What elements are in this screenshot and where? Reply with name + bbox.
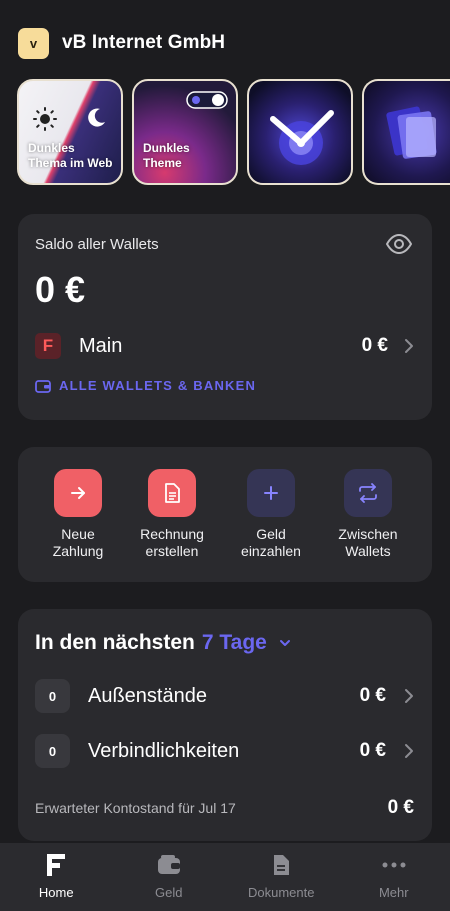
- wallet-row-main[interactable]: F Main 0 €: [35, 332, 414, 360]
- wallet-name: Main: [79, 334, 123, 357]
- header: v vB Internet GmbH: [18, 27, 225, 59]
- wallet-logo-icon: F: [35, 333, 61, 359]
- action-label-line1: Zwischen: [338, 526, 398, 542]
- invoice-icon: [165, 483, 180, 503]
- action-label: Zwischen Wallets: [338, 526, 397, 560]
- transfer-between-wallets-button[interactable]: Zwischen Wallets: [323, 469, 413, 560]
- count-badge: 0: [35, 734, 70, 768]
- deposit-money-button[interactable]: Geld einzahlen: [226, 469, 316, 560]
- action-label-line1: Rechnung: [140, 526, 204, 542]
- expected-balance-row: Erwarteter Kontostand für Jul 17 0 €: [35, 797, 414, 819]
- chevron-right-icon: [405, 744, 413, 758]
- upcoming-title-prefix: In den nächsten: [35, 631, 195, 654]
- nav-home[interactable]: Home: [0, 843, 113, 911]
- quick-actions-card: Neue Zahlung Rechnung erstellen Geld ein…: [18, 447, 432, 582]
- nav-money[interactable]: Geld: [113, 843, 226, 911]
- clock-icon: [270, 110, 334, 165]
- create-invoice-icon-button[interactable]: [148, 469, 196, 517]
- action-label: Geld einzahlen: [241, 526, 301, 560]
- transfer-icon: [359, 483, 377, 503]
- count-badge: 0: [35, 679, 70, 713]
- nav-documents[interactable]: Dokumente: [225, 843, 338, 911]
- transfer-icon-button[interactable]: [344, 469, 392, 517]
- sun-icon: [33, 107, 57, 131]
- total-balance: 0 €: [35, 269, 86, 310]
- all-wallets-link[interactable]: ALLE WALLETS & BANKEN: [35, 378, 256, 393]
- document-icon: [269, 853, 293, 877]
- documents-icon: [386, 106, 437, 159]
- action-label-line2: Wallets: [345, 543, 391, 559]
- liabilities-row[interactable]: 0 Verbindlichkeiten 0 €: [35, 734, 414, 768]
- action-label-line1: Neue: [61, 526, 95, 542]
- new-payment-button[interactable]: Neue Zahlung: [33, 469, 123, 560]
- toggle-icon: [186, 91, 228, 109]
- eye-icon[interactable]: [386, 234, 412, 254]
- action-label-line2: Zahlung: [52, 543, 104, 559]
- deposit-icon-button[interactable]: [247, 469, 295, 517]
- wallet-icon: [157, 853, 181, 877]
- nav-label-documents: Dokumente: [248, 885, 315, 900]
- expected-balance-label: Erwarteter Kontostand für Jul 17: [35, 800, 236, 816]
- wallets-title: Saldo aller Wallets: [35, 236, 159, 253]
- upcoming-card: In den nächsten 7 Tage 0 Außenstände 0 €…: [18, 609, 432, 841]
- liabilities-label: Verbindlichkeiten: [88, 739, 240, 762]
- create-invoice-button[interactable]: Rechnung erstellen: [127, 469, 217, 560]
- wallets-card: Saldo aller Wallets 0 € F Main 0 € ALLE …: [18, 214, 432, 420]
- plus-icon: [264, 486, 278, 500]
- new-payment-icon-button[interactable]: [54, 469, 102, 517]
- chevron-down-icon[interactable]: [279, 639, 291, 647]
- action-label-line2: erstellen: [145, 543, 199, 559]
- nav-label-more: Mehr: [378, 885, 409, 900]
- story-clock[interactable]: [247, 79, 353, 185]
- wallet-amount: 0 €: [361, 335, 388, 356]
- receivables-label: Außenstände: [88, 684, 207, 707]
- story-label-line2: Theme: [143, 156, 182, 170]
- nav-label-home: Home: [38, 885, 74, 900]
- receivables-amount: 0 €: [359, 685, 386, 706]
- liabilities-amount: 0 €: [359, 740, 386, 761]
- expected-balance-amount: 0 €: [387, 797, 414, 818]
- story-dark-theme[interactable]: Dunkles Theme: [132, 79, 238, 185]
- receivables-row[interactable]: 0 Außenstände 0 €: [35, 679, 414, 713]
- action-label: Neue Zahlung: [53, 526, 104, 560]
- bottom-nav: Home Geld Dokumente Mehr: [0, 843, 450, 911]
- action-label: Rechnung erstellen: [140, 526, 204, 560]
- nav-more[interactable]: Mehr: [338, 843, 450, 911]
- chevron-right-icon: [405, 689, 413, 703]
- company-name[interactable]: vB Internet GmbH: [62, 32, 225, 54]
- story-label-line1: Dunkles: [28, 141, 75, 155]
- story-label: Dunkles Thema im Web: [28, 141, 112, 171]
- company-avatar[interactable]: v: [18, 27, 49, 59]
- moon-icon: [88, 108, 105, 127]
- chevron-right-icon: [405, 339, 413, 353]
- story-documents[interactable]: [362, 79, 450, 185]
- period-selector[interactable]: 7 Tage: [202, 631, 267, 655]
- more-dots-icon: [382, 853, 406, 877]
- story-label-line1: Dunkles: [143, 141, 190, 155]
- upcoming-title[interactable]: In den nächsten 7 Tage: [35, 631, 291, 655]
- home-logo-icon: [44, 853, 68, 877]
- nav-label-money: Geld: [155, 885, 183, 900]
- wallet-icon: [35, 379, 51, 393]
- stories-carousel: Dunkles Thema im Web Dunkles Theme: [17, 79, 450, 185]
- story-label-line2: Thema im Web: [28, 156, 113, 170]
- action-label-line1: Geld: [256, 526, 286, 542]
- story-dark-theme-web[interactable]: Dunkles Thema im Web: [17, 79, 123, 185]
- arrow-right-icon: [71, 487, 85, 499]
- story-label: Dunkles Theme: [143, 141, 190, 171]
- all-wallets-label: ALLE WALLETS & BANKEN: [59, 378, 257, 393]
- action-label-line2: einzahlen: [241, 543, 301, 559]
